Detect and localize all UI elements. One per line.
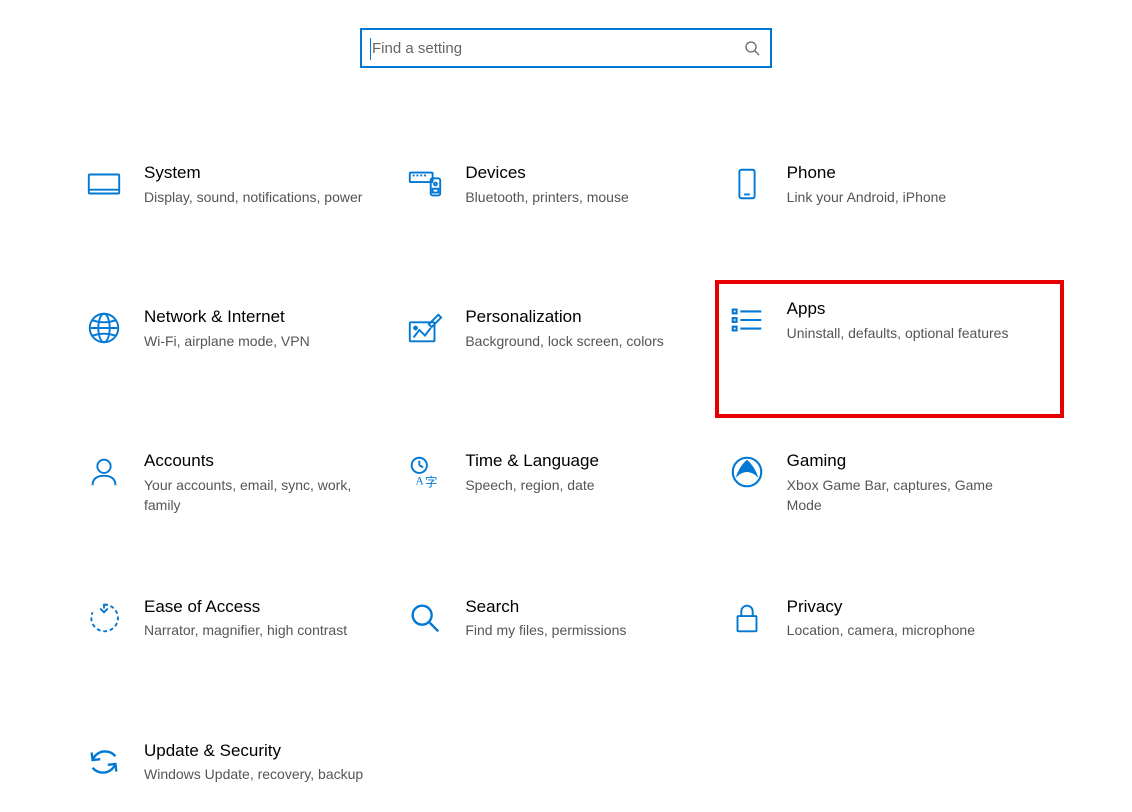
tile-title: Devices [465, 162, 704, 185]
tile-network[interactable]: Network & Internet Wi-Fi, airplane mode,… [84, 298, 405, 378]
tile-text: Phone Link your Android, iPhone [787, 162, 1036, 207]
tile-desc: Uninstall, defaults, optional features [787, 323, 1038, 343]
tile-ease-of-access[interactable]: Ease of Access Narrator, magnifier, high… [84, 588, 405, 668]
svg-text:字: 字 [425, 474, 437, 489]
tile-title: Apps [787, 298, 1038, 321]
tile-text: Time & Language Speech, region, date [465, 450, 714, 495]
tile-desc: Background, lock screen, colors [465, 331, 704, 351]
tile-title: Accounts [144, 450, 383, 473]
apps-icon [727, 300, 767, 340]
tile-title: Search [465, 596, 704, 619]
tile-title: Privacy [787, 596, 1026, 619]
tile-text: Search Find my files, permissions [465, 596, 714, 641]
tile-desc: Windows Update, recovery, backup [144, 764, 383, 784]
personalization-icon [405, 308, 445, 348]
tile-text: Personalization Background, lock screen,… [465, 306, 714, 351]
tile-text: Update & Security Windows Update, recove… [144, 740, 393, 785]
tile-accounts[interactable]: Accounts Your accounts, email, sync, wor… [84, 442, 405, 524]
search-input[interactable] [370, 40, 744, 57]
tile-title: Network & Internet [144, 306, 383, 329]
tile-update-security[interactable]: Update & Security Windows Update, recove… [84, 732, 405, 812]
tile-title: Ease of Access [144, 596, 383, 619]
tile-desc: Location, camera, microphone [787, 620, 1026, 640]
tile-title: Update & Security [144, 740, 383, 763]
tile-text: Privacy Location, camera, microphone [787, 596, 1036, 641]
search-tile-icon [405, 598, 445, 638]
tile-desc: Speech, region, date [465, 475, 704, 495]
tile-title: System [144, 162, 383, 185]
tile-text: System Display, sound, notifications, po… [144, 162, 393, 207]
tile-desc: Bluetooth, printers, mouse [465, 187, 704, 207]
tile-title: Time & Language [465, 450, 704, 473]
update-icon [84, 742, 124, 782]
tile-desc: Wi-Fi, airplane mode, VPN [144, 331, 383, 351]
tile-search[interactable]: Search Find my files, permissions [405, 588, 726, 668]
time-language-icon: A 字 [405, 452, 445, 492]
tile-phone[interactable]: Phone Link your Android, iPhone [727, 154, 1048, 234]
tile-title: Gaming [787, 450, 1026, 473]
tile-desc: Your accounts, email, sync, work, family [144, 475, 383, 516]
tile-desc: Link your Android, iPhone [787, 187, 1026, 207]
accounts-icon [84, 452, 124, 492]
search-row [0, 28, 1132, 68]
search-icon [744, 40, 760, 56]
tile-apps[interactable]: Apps Uninstall, defaults, optional featu… [715, 280, 1064, 418]
tile-text: Gaming Xbox Game Bar, captures, Game Mod… [787, 450, 1036, 516]
phone-icon [727, 164, 767, 204]
tile-text: Devices Bluetooth, printers, mouse [465, 162, 714, 207]
tile-gaming[interactable]: Gaming Xbox Game Bar, captures, Game Mod… [727, 442, 1048, 524]
tile-desc: Xbox Game Bar, captures, Game Mode [787, 475, 1026, 516]
tile-text: Ease of Access Narrator, magnifier, high… [144, 596, 393, 641]
tile-desc: Narrator, magnifier, high contrast [144, 620, 383, 640]
tile-system[interactable]: System Display, sound, notifications, po… [84, 154, 405, 234]
ease-of-access-icon [84, 598, 124, 638]
tile-text: Network & Internet Wi-Fi, airplane mode,… [144, 306, 393, 351]
tile-text: Accounts Your accounts, email, sync, wor… [144, 450, 393, 516]
search-box[interactable] [360, 28, 772, 68]
tile-devices[interactable]: Devices Bluetooth, printers, mouse [405, 154, 726, 234]
tile-time-language[interactable]: A 字 Time & Language Speech, region, date [405, 442, 726, 524]
settings-home: System Display, sound, notifications, po… [0, 0, 1132, 812]
tile-personalization[interactable]: Personalization Background, lock screen,… [405, 298, 726, 378]
tile-title: Personalization [465, 306, 704, 329]
globe-icon [84, 308, 124, 348]
tile-title: Phone [787, 162, 1026, 185]
lock-icon [727, 598, 767, 638]
tile-desc: Find my files, permissions [465, 620, 704, 640]
tile-desc: Display, sound, notifications, power [144, 187, 383, 207]
gaming-icon [727, 452, 767, 492]
devices-icon [405, 164, 445, 204]
system-icon [84, 164, 124, 204]
tile-text: Apps Uninstall, defaults, optional featu… [787, 298, 1048, 343]
svg-text:A: A [416, 475, 425, 487]
text-cursor [370, 38, 371, 60]
tile-privacy[interactable]: Privacy Location, camera, microphone [727, 588, 1048, 668]
settings-grid: System Display, sound, notifications, po… [16, 154, 1116, 812]
